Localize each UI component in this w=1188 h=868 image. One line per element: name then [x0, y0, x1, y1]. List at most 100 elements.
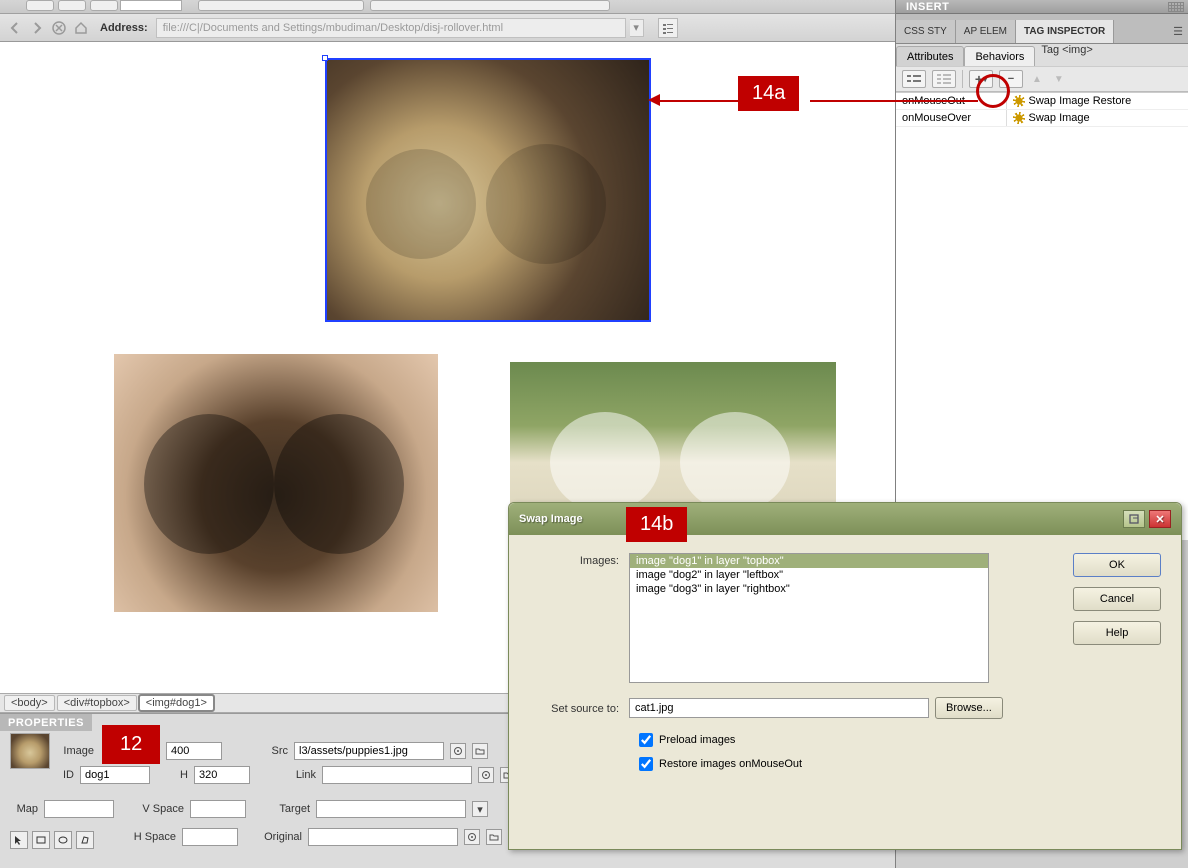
home-icon[interactable] — [72, 19, 90, 37]
cancel-button[interactable]: Cancel — [1073, 587, 1161, 611]
ok-button[interactable]: OK — [1073, 553, 1161, 577]
hspace-label: H Space — [126, 831, 176, 843]
rect-hotspot-icon[interactable] — [32, 831, 50, 849]
image-label: Image — [60, 745, 94, 757]
inspector-panel-tabs: CSS STY AP ELEM TAG INSPECTOR ☰ — [896, 20, 1188, 44]
subtab-behaviors[interactable]: Behaviors — [964, 46, 1035, 66]
map-label: Map — [10, 803, 38, 815]
breadcrumb[interactable]: <body> — [4, 695, 55, 711]
preload-checkbox[interactable] — [639, 733, 653, 747]
vspace-label: V Space — [134, 803, 184, 815]
target-input[interactable] — [316, 800, 466, 818]
hotspot-tools — [10, 831, 94, 849]
height-label: H — [174, 769, 188, 781]
hspace-input[interactable] — [182, 828, 238, 846]
annotation-arrow — [810, 100, 978, 102]
list-item[interactable]: image "dog3" in layer "rightbox" — [630, 582, 988, 596]
browse-folder-icon[interactable] — [486, 829, 502, 845]
toolbar-button[interactable] — [58, 0, 86, 11]
annotation-12: 12 — [102, 725, 160, 764]
toolbar-button[interactable] — [26, 0, 54, 11]
behavior-row[interactable]: onMouseOver Swap Image — [896, 110, 1188, 127]
list-item[interactable]: image "dog2" in layer "leftbox" — [630, 568, 988, 582]
tag-indicator: Tag <img> — [1041, 44, 1092, 66]
insert-panel-header[interactable]: INSERT — [896, 0, 1188, 14]
move-up-icon[interactable]: ▲ — [1029, 74, 1045, 85]
annotation-arrow — [658, 100, 738, 102]
gear-icon — [1013, 95, 1025, 107]
toolbar-select[interactable] — [370, 0, 610, 11]
restore-checkbox-row: Restore images onMouseOut — [639, 757, 1161, 771]
address-dropdown-icon[interactable]: ▾ — [630, 19, 644, 37]
tag-inspector-subtabs: Attributes Behaviors Tag <img> — [896, 44, 1188, 66]
gear-icon — [1013, 112, 1025, 124]
help-button[interactable]: Help — [1073, 621, 1161, 645]
tab-tag-inspector[interactable]: TAG INSPECTOR — [1016, 20, 1114, 43]
images-listbox[interactable]: image "dog1" in layer "topbox" image "do… — [629, 553, 989, 683]
target-label: Target — [266, 803, 310, 815]
width-input[interactable] — [166, 742, 222, 760]
panel-grip-icon[interactable] — [1168, 2, 1184, 12]
breadcrumb[interactable]: <div#topbox> — [57, 695, 137, 711]
move-down-icon[interactable]: ▼ — [1051, 74, 1067, 85]
show-set-events-icon[interactable] — [902, 70, 926, 88]
image-dog2[interactable] — [114, 354, 438, 612]
tab-css-styles[interactable]: CSS STY — [896, 20, 956, 43]
behaviors-toolbar: +▾ − ▲ ▼ — [896, 66, 1188, 92]
map-input[interactable] — [44, 800, 114, 818]
image-dog1[interactable] — [326, 59, 650, 321]
browse-folder-icon[interactable] — [472, 743, 488, 759]
link-label: Link — [292, 769, 316, 781]
view-options-icon[interactable] — [658, 18, 678, 38]
src-input[interactable] — [294, 742, 444, 760]
dropdown-icon[interactable]: ▾ — [472, 801, 488, 817]
id-label: ID — [60, 769, 74, 781]
src-label: Src — [264, 745, 288, 757]
point-to-file-icon[interactable] — [478, 767, 494, 783]
annotation-14a: 14a — [738, 76, 799, 111]
images-label: Images: — [529, 553, 629, 683]
behaviors-list[interactable]: onMouseOut Swap Image Restore onMouseOve… — [896, 92, 1188, 540]
set-source-input[interactable] — [629, 698, 929, 718]
address-input[interactable]: file:///C|/Documents and Settings/mbudim… — [156, 18, 626, 38]
back-icon[interactable] — [6, 19, 24, 37]
forward-icon[interactable] — [28, 19, 46, 37]
point-to-file-icon[interactable] — [464, 829, 480, 845]
stop-icon[interactable] — [50, 19, 68, 37]
id-input[interactable] — [80, 766, 150, 784]
annotation-14b: 14b — [626, 507, 687, 542]
address-bar: Address: file:///C|/Documents and Settin… — [0, 14, 895, 42]
set-source-label: Set source to: — [529, 701, 629, 715]
properties-thumbnail — [10, 733, 50, 769]
tab-ap-elements[interactable]: AP ELEM — [956, 20, 1016, 43]
toolbar-button[interactable] — [90, 0, 118, 11]
annotation-circle — [976, 74, 1010, 108]
vspace-input[interactable] — [190, 800, 246, 818]
subtab-attributes[interactable]: Attributes — [896, 46, 964, 66]
dialog-minimize-icon[interactable] — [1123, 510, 1145, 528]
toolbar-select[interactable] — [120, 0, 182, 11]
link-input[interactable] — [322, 766, 472, 784]
swap-image-dialog: Swap Image ✕ OK Cancel Help Images: imag… — [508, 502, 1182, 850]
poly-hotspot-icon[interactable] — [76, 831, 94, 849]
original-input[interactable] — [308, 828, 458, 846]
height-input[interactable] — [194, 766, 250, 784]
panel-menu-icon[interactable]: ☰ — [1168, 20, 1188, 43]
point-to-file-icon[interactable] — [450, 743, 466, 759]
dialog-titlebar[interactable]: Swap Image ✕ — [509, 503, 1181, 535]
breadcrumb[interactable]: <img#dog1> — [139, 695, 214, 711]
properties-tab[interactable]: PROPERTIES — [0, 714, 92, 731]
dialog-close-icon[interactable]: ✕ — [1149, 510, 1171, 528]
dialog-button-column: OK Cancel Help — [1073, 553, 1161, 645]
toolbar-select[interactable] — [198, 0, 364, 11]
browse-button[interactable]: Browse... — [935, 697, 1003, 719]
restore-checkbox[interactable] — [639, 757, 653, 771]
preload-checkbox-row: Preload images — [639, 733, 1161, 747]
show-all-events-icon[interactable] — [932, 70, 956, 88]
annotation-arrowhead — [648, 94, 660, 106]
oval-hotspot-icon[interactable] — [54, 831, 72, 849]
list-item[interactable]: image "dog1" in layer "topbox" — [630, 554, 988, 568]
resize-handle[interactable] — [322, 55, 328, 61]
address-label: Address: — [100, 22, 148, 34]
pointer-tool-icon[interactable] — [10, 831, 28, 849]
